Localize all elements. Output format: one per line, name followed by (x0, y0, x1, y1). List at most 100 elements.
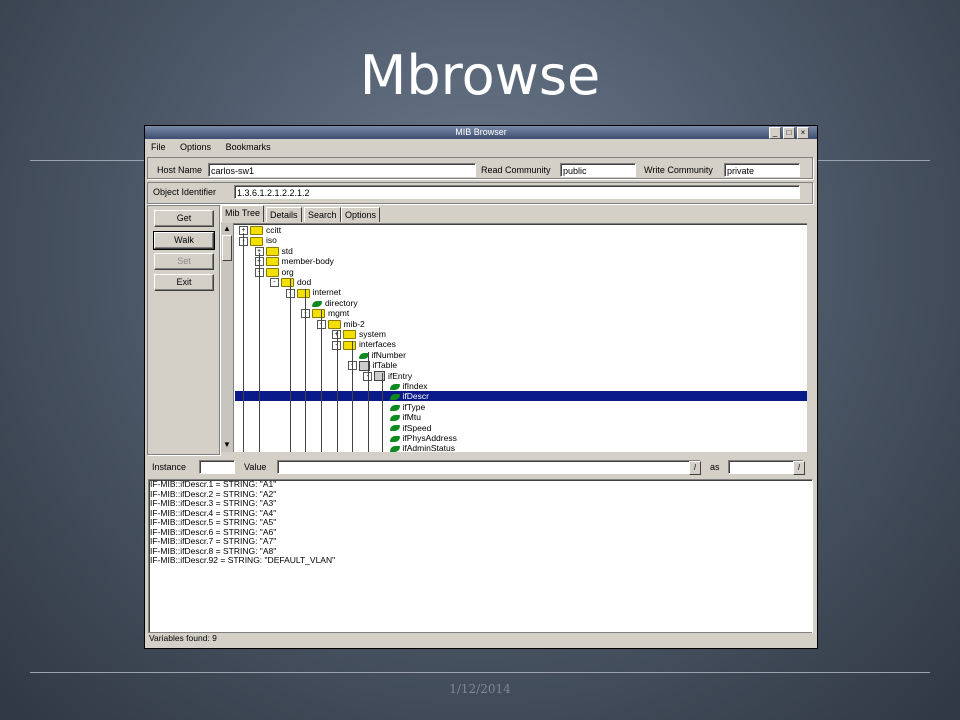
tree-node-system[interactable]: + system (332, 329, 386, 340)
tree-node-label: ifPhysAddress (402, 433, 457, 443)
tree-node-iftype[interactable]: ifType (379, 401, 426, 412)
tree-node-directory[interactable]: directory (301, 298, 358, 308)
get-button[interactable]: Get (154, 210, 214, 227)
host-name-field[interactable]: carlos-sw1 (208, 163, 476, 177)
tree-node-ifphysaddress[interactable]: ifPhysAddress (379, 433, 457, 443)
as-label: as (710, 462, 720, 472)
tree-node-label: ifType (402, 401, 426, 412)
read-community-label: Read Community (481, 165, 551, 175)
tree-node-label: ifSpeed (402, 422, 432, 433)
value-field[interactable] (277, 460, 701, 474)
tree-node-label: system (359, 329, 386, 339)
set-button[interactable]: Set (154, 253, 214, 270)
status-bar: Variables found: 9 (148, 632, 812, 644)
menu-bookmarks[interactable]: Bookmarks (226, 142, 271, 152)
scroll-down-icon[interactable]: ▼ (222, 440, 232, 450)
tab-search[interactable]: Search (304, 207, 341, 222)
tree-guide-line (337, 331, 338, 452)
walk-button[interactable]: Walk (153, 231, 215, 250)
results-output[interactable]: IF-MIB::ifDescr.1 = STRING: "A1" IF-MIB:… (148, 479, 813, 633)
tree-node-label: ifEntry (388, 370, 413, 381)
tree-node-label: iso (266, 235, 277, 246)
mib-browser-window: MIB Browser _ □ × File Options Bookmarks… (144, 125, 818, 649)
read-community-field[interactable]: public (560, 163, 636, 177)
exit-button[interactable]: Exit (154, 274, 214, 291)
tree-node-ccitt[interactable]: + ccitt (239, 225, 281, 236)
type-dropdown-icon[interactable]: / (793, 461, 805, 475)
leaf-icon (389, 394, 400, 401)
tree-guide-line (382, 373, 383, 452)
tree-guide-line (259, 253, 260, 452)
tree-guide-line (290, 279, 291, 452)
tree-scrollbar[interactable]: ▲ ▼ (221, 223, 234, 452)
tree-node-org[interactable]: - org (254, 267, 294, 277)
tree-node-ifnumber[interactable]: ifNumber (348, 350, 406, 360)
slide-date: 1/12/2014 (449, 682, 511, 696)
tab-bar: Mib Tree Details Search Options (221, 205, 811, 222)
menu-options[interactable]: Options (180, 142, 211, 152)
tree-node-label: directory (325, 297, 358, 308)
minimize-icon[interactable]: _ (769, 127, 781, 139)
bottom-divider (30, 672, 930, 673)
tree-node-label: ifTable (372, 360, 398, 371)
tree-node-ifspeed[interactable]: ifSpeed (379, 422, 432, 433)
tree-node-internet[interactable]: - internet (285, 287, 341, 298)
tree-node-iso[interactable]: - iso (239, 235, 277, 246)
leaf-icon (389, 435, 400, 442)
tab-options[interactable]: Options (341, 207, 381, 222)
maximize-icon[interactable]: □ (783, 127, 795, 139)
tree-node-label: member-body (281, 256, 334, 267)
tree-node-ifmtu[interactable]: ifMtu (379, 412, 421, 422)
tree-node-iftable[interactable]: - ifTable (347, 360, 398, 371)
tree-node-label: interfaces (359, 339, 396, 350)
leaf-icon (389, 404, 400, 411)
folder-icon (327, 319, 341, 329)
tab-mib-tree[interactable]: Mib Tree (221, 205, 265, 222)
folder-icon (250, 236, 263, 246)
collapse-icon[interactable]: - (270, 278, 279, 288)
table-icon (374, 371, 385, 382)
value-label: Value (244, 462, 267, 472)
tree-node-mib-2[interactable]: - mib-2 (316, 318, 365, 329)
tree-node-interfaces[interactable]: - interfaces (332, 339, 396, 350)
folder-icon (312, 309, 325, 319)
leaf-icon (389, 446, 400, 452)
tree-guide-line (368, 352, 369, 452)
folder-icon (250, 226, 263, 236)
slide-title: Mbrowse (359, 44, 601, 107)
menu-file[interactable]: File (151, 142, 166, 152)
folder-icon (296, 288, 310, 298)
host-name-label: Host Name (157, 165, 203, 175)
folder-icon (343, 340, 356, 350)
folder-icon (265, 267, 279, 277)
leaf-icon (389, 383, 400, 390)
leaf-icon (389, 425, 400, 432)
tree-node-label: ifMtu (402, 412, 421, 423)
folder-icon (343, 330, 356, 340)
tree-node-ifdescr[interactable]: ifDescr (379, 391, 429, 401)
tree-node-std[interactable]: + std (254, 246, 293, 257)
leaf-icon (312, 300, 322, 307)
object-identifier-field[interactable]: 1.3.6.1.2.1.2.2.1.2 (234, 185, 800, 199)
tree-node-member-body[interactable]: + member-body (254, 256, 334, 267)
write-community-field[interactable]: private (724, 163, 800, 177)
close-icon[interactable]: × (797, 127, 809, 139)
window-titlebar[interactable]: MIB Browser _ □ × (145, 126, 817, 139)
tree-node-label: mib-2 (343, 318, 365, 329)
leaf-icon (358, 352, 369, 359)
folder-icon (265, 247, 279, 257)
value-dropdown-icon[interactable]: / (689, 461, 701, 475)
scroll-up-icon[interactable]: ▲ (222, 224, 232, 234)
folder-icon (281, 278, 294, 288)
mib-tree-panel: ▲ ▼ + ccitt - iso + std + member-body - org - dod - i… (221, 223, 807, 452)
instance-field[interactable] (199, 460, 235, 474)
tree-node-ifentry[interactable]: - ifEntry (363, 370, 413, 382)
tree-guide-line (243, 233, 244, 452)
tab-details[interactable]: Details (266, 207, 302, 222)
tree-node-mgmt[interactable]: - mgmt (301, 308, 349, 319)
tree-node-ifadminstatus[interactable]: ifAdminStatus (379, 443, 455, 452)
scroll-thumb[interactable] (222, 235, 232, 261)
window-title: MIB Browser (455, 127, 507, 137)
menubar: File Options Bookmarks (145, 139, 817, 155)
tree-node-ifindex[interactable]: ifIndex (379, 381, 428, 391)
